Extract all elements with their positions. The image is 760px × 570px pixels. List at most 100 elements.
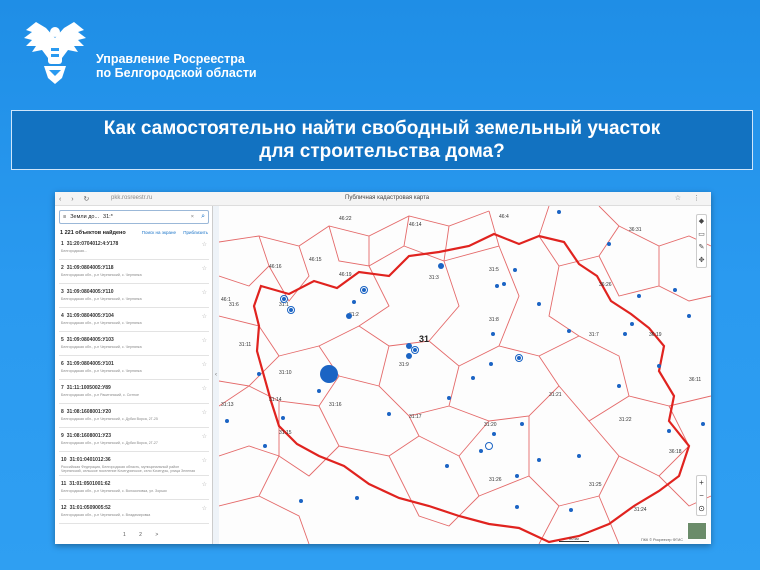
land-plot-marker[interactable] <box>320 365 338 383</box>
land-plot-marker[interactable] <box>362 288 366 292</box>
land-plot-marker[interactable] <box>225 419 229 423</box>
land-plot-marker[interactable] <box>537 302 541 306</box>
land-plot-marker[interactable] <box>513 268 517 272</box>
land-plot-marker[interactable] <box>355 496 359 500</box>
result-item[interactable]: 6 31:09:0804005:У101 Белгородская обл., р-… <box>59 358 209 380</box>
basemap-switcher[interactable] <box>687 522 707 540</box>
browser-toolbar-icons[interactable]: ☆ ⋮ <box>675 194 705 202</box>
cluster-marker[interactable] <box>485 442 493 450</box>
result-cadastral-number[interactable]: 7 31:11:1005002:У89 <box>61 385 111 391</box>
land-plot-marker[interactable] <box>289 308 293 312</box>
measure-icon[interactable]: ✎ <box>697 241 706 254</box>
land-plot-marker[interactable] <box>447 396 451 400</box>
land-plot-marker[interactable] <box>557 210 561 214</box>
zoom-to-link[interactable]: Приблизить <box>183 230 208 235</box>
result-item[interactable]: 12 31:01:0509005:52 Белгородская обл., р-н… <box>59 502 209 524</box>
land-plot-marker[interactable] <box>491 332 495 336</box>
zoom-controls[interactable]: + − ⊙ <box>696 475 707 516</box>
land-plot-marker[interactable] <box>569 508 573 512</box>
favorite-icon[interactable]: ☆ <box>202 505 207 512</box>
favorite-icon[interactable]: ☆ <box>202 361 207 368</box>
land-plot-marker[interactable] <box>515 505 519 509</box>
locate-icon[interactable]: ⊙ <box>697 502 706 515</box>
land-plot-marker[interactable] <box>479 449 483 453</box>
favorite-icon[interactable]: ☆ <box>202 457 207 464</box>
result-item[interactable]: 3 31:09:0804005:У110 Белгородская обл., р-… <box>59 286 209 308</box>
result-item[interactable]: 2 31:09:0804005:У118 Белгородская обл., р-… <box>59 262 209 284</box>
favorite-icon[interactable]: ☆ <box>202 289 207 296</box>
favorite-icon[interactable]: ☆ <box>202 433 207 440</box>
land-plot-marker[interactable] <box>387 412 391 416</box>
page-next[interactable]: > <box>155 532 164 538</box>
map-canvas[interactable]: 46:4 46:22 46:14 46:15 46:16 46:19 31:3 31:5 31:… <box>219 206 711 544</box>
land-plot-marker[interactable] <box>517 356 521 360</box>
move-icon[interactable]: ✥ <box>697 254 706 267</box>
land-plot-marker[interactable] <box>537 458 541 462</box>
browser-url[interactable]: pkk.rosreestr.ru <box>111 195 152 201</box>
land-plot-marker[interactable] <box>445 464 449 468</box>
land-plot-marker[interactable] <box>607 242 611 246</box>
land-plot-marker[interactable] <box>630 322 634 326</box>
favorite-icon[interactable]: ☆ <box>202 241 207 248</box>
land-plot-marker[interactable] <box>502 282 506 286</box>
land-plot-marker[interactable] <box>489 362 493 366</box>
favorite-icon[interactable]: ☆ <box>202 385 207 392</box>
page-1[interactable]: 1 <box>123 532 132 538</box>
land-plot-marker[interactable] <box>577 454 581 458</box>
favorite-icon[interactable]: ☆ <box>202 265 207 272</box>
land-plot-marker[interactable] <box>495 284 499 288</box>
search-icon[interactable]: ⌕ <box>201 213 205 221</box>
result-item[interactable]: 8 31:08:1608001:У20 Белгородская обл., р-н… <box>59 406 209 428</box>
land-plot-marker[interactable] <box>657 364 661 368</box>
land-plot-marker[interactable] <box>263 444 267 448</box>
search-input[interactable]: 31:* <box>103 214 113 220</box>
map-tools[interactable]: ◆ ▭ ✎ ✥ <box>696 214 707 268</box>
result-item[interactable]: 11 31:01:0501001:62 Белгородская обл., р-н… <box>59 478 209 500</box>
layers-icon[interactable]: ◆ <box>697 215 706 228</box>
result-item[interactable]: 10 31:01:0401012:36 Российская Федерация, … <box>59 454 209 476</box>
land-plot-marker[interactable] <box>623 332 627 336</box>
land-plot-marker[interactable] <box>282 297 286 301</box>
menu-icon[interactable]: ≡ <box>63 214 66 220</box>
result-cadastral-number[interactable]: 9 31:08:1608001:У23 <box>61 433 111 439</box>
land-plot-marker[interactable] <box>667 429 671 433</box>
result-item[interactable]: 1 31:20:0704012:4:У178 Белгородская... ☆ <box>59 238 209 260</box>
browser-nav-icons[interactable]: ‹ › ↻ <box>59 195 93 203</box>
land-plot-marker[interactable] <box>413 348 417 352</box>
land-plot-marker[interactable] <box>471 376 475 380</box>
result-cadastral-number[interactable]: 3 31:09:0804005:У110 <box>61 289 114 295</box>
favorite-icon[interactable]: ☆ <box>202 337 207 344</box>
zoom-out-button[interactable]: − <box>697 489 706 502</box>
result-item[interactable]: 4 31:09:0804005:У104 Белгородская обл., р-… <box>59 310 209 332</box>
land-plot-marker[interactable] <box>299 499 303 503</box>
result-cadastral-number[interactable]: 8 31:08:1608001:У20 <box>61 409 111 415</box>
land-plot-marker[interactable] <box>406 343 412 349</box>
land-plot-marker[interactable] <box>317 389 321 393</box>
result-item[interactable]: 9 31:08:1608001:У23 Белгородская обл., р-н… <box>59 430 209 452</box>
result-cadastral-number[interactable]: 10 31:01:0401012:36 <box>61 457 111 463</box>
result-item[interactable]: 5 31:09:0804005:У103 Белгородская обл., р-… <box>59 334 209 356</box>
clear-icon[interactable]: × <box>191 214 194 220</box>
result-cadastral-number[interactable]: 12 31:01:0509005:52 <box>61 505 111 511</box>
land-plot-marker[interactable] <box>257 372 261 376</box>
land-plot-marker[interactable] <box>406 353 412 359</box>
cadastral-map[interactable]: 46:4 46:22 46:14 46:15 46:16 46:19 31:3 31:5 31:… <box>219 206 711 544</box>
land-plot-marker[interactable] <box>492 432 496 436</box>
search-box[interactable]: ≡ Земли до... 31:* × ⌕ <box>59 210 209 224</box>
result-cadastral-number[interactable]: 2 31:09:0804005:У118 <box>61 265 114 271</box>
land-plot-marker[interactable] <box>617 384 621 388</box>
result-item[interactable]: 7 31:11:1005002:У89 Белгородская обл., р-н… <box>59 382 209 404</box>
page-2[interactable]: 2 <box>139 532 148 538</box>
result-cadastral-number[interactable]: 6 31:09:0804005:У101 <box>61 361 114 367</box>
print-icon[interactable]: ▭ <box>697 228 706 241</box>
favorite-icon[interactable]: ☆ <box>202 481 207 488</box>
land-plot-marker[interactable] <box>637 294 641 298</box>
land-plot-marker[interactable] <box>701 422 705 426</box>
zoom-in-button[interactable]: + <box>697 476 706 489</box>
search-on-screen-link[interactable]: Поиск на экране <box>142 230 176 235</box>
search-category[interactable]: Земли до... <box>70 214 99 220</box>
favorite-icon[interactable]: ☆ <box>202 409 207 416</box>
result-cadastral-number[interactable]: 4 31:09:0804005:У104 <box>61 313 114 319</box>
land-plot-marker[interactable] <box>346 313 352 319</box>
result-cadastral-number[interactable]: 11 31:01:0501001:62 <box>61 481 110 487</box>
